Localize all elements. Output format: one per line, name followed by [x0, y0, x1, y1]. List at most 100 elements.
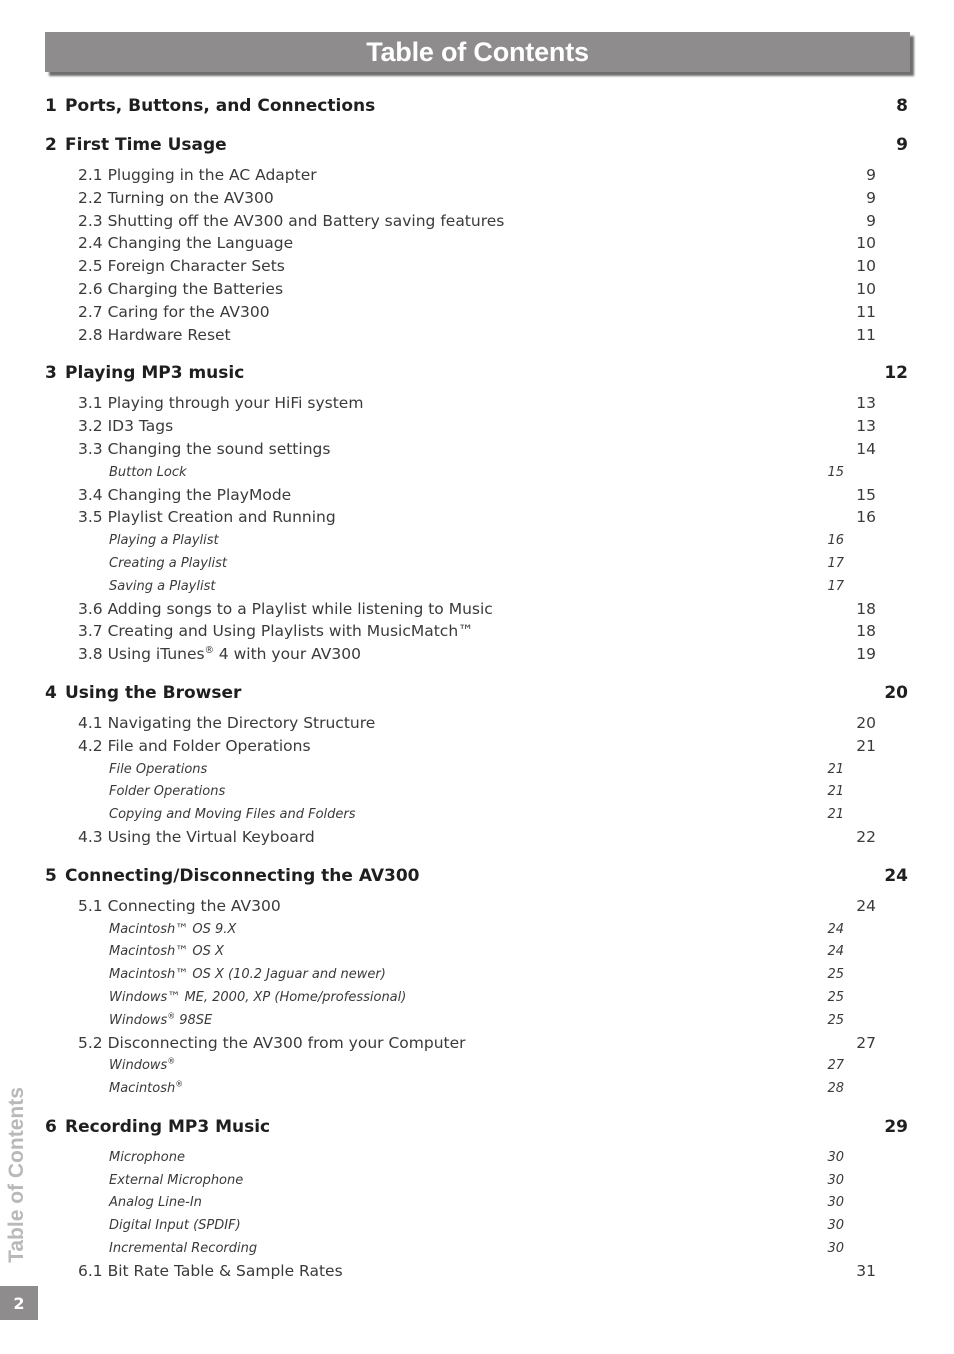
toc-entry-title[interactable]: 3.7 Creating and Using Playlists with Mu… [78, 622, 474, 640]
toc-entry-title[interactable]: 6.1 Bit Rate Table & Sample Rates [78, 1262, 343, 1280]
toc-entry-title[interactable]: 2.8 Hardware Reset [78, 326, 231, 344]
toc-subsection[interactable]: External Microphone 30 [45, 1171, 910, 1194]
toc-subsection[interactable]: Copying and Moving Files and Folders 21 [45, 805, 910, 828]
toc-entry-title[interactable]: Macintosh® [109, 1080, 183, 1096]
toc-entry-title[interactable]: Ports, Buttons, and Connections [65, 96, 375, 116]
toc-entry-title[interactable]: Saving a Playlist [109, 579, 215, 594]
toc-entry-title[interactable]: Windows® [109, 1058, 175, 1074]
toc-section[interactable]: 3.7 Creating and Using Playlists with Mu… [45, 622, 910, 645]
toc-entry-title[interactable]: File Operations [109, 762, 207, 777]
toc-subsection[interactable]: Macintosh™ OS 9.X 24 [45, 920, 910, 943]
toc-entry-title[interactable]: Playing a Playlist [109, 533, 219, 548]
toc-entry-title[interactable]: 3.4 Changing the PlayMode [78, 486, 291, 504]
toc-entry-title[interactable]: 3.5 Playlist Creation and Running [78, 508, 336, 526]
toc-subsection[interactable]: File Operations 21 [45, 760, 910, 783]
toc-entry-title[interactable]: 2.5 Foreign Character Sets [78, 257, 285, 275]
toc-entry-title[interactable]: 3.8 Using iTunes® 4 with your AV300 [78, 645, 361, 663]
toc-chapter[interactable]: 2 First Time Usage 9 [45, 135, 910, 159]
toc-section[interactable]: 2.4 Changing the Language 10 [45, 234, 910, 257]
toc-section[interactable]: 2.2 Turning on the AV300 9 [45, 189, 910, 212]
toc-entry-title[interactable]: 3.1 Playing through your HiFi system [78, 394, 363, 412]
toc-section[interactable]: 4.1 Navigating the Directory Structure 20 [45, 714, 910, 737]
toc-entry-title[interactable]: 2.7 Caring for the AV300 [78, 303, 270, 321]
toc-subsection[interactable]: Button Lock 15 [45, 463, 910, 486]
toc-section[interactable]: 2.6 Charging the Batteries 10 [45, 280, 910, 303]
toc-entry-title[interactable]: 3.3 Changing the sound settings [78, 440, 330, 458]
toc-section[interactable]: 2.8 Hardware Reset 11 [45, 326, 910, 349]
toc-subsection[interactable]: Microphone 30 [45, 1148, 910, 1171]
toc-entry-title[interactable]: 2.3 Shutting off the AV300 and Battery s… [78, 212, 504, 230]
toc-entry-title[interactable]: Macintosh™ OS X [109, 944, 224, 959]
toc-chapter[interactable]: 5 Connecting/Disconnecting the AV300 24 [45, 866, 910, 890]
toc-entry-title[interactable]: 2.4 Changing the Language [78, 234, 293, 252]
toc-entry-title[interactable]: Creating a Playlist [109, 556, 227, 571]
toc-subsection[interactable]: Creating a Playlist 17 [45, 554, 910, 577]
toc-section[interactable]: 4.2 File and Folder Operations 21 [45, 737, 910, 760]
toc-entry-title[interactable]: 3.2 ID3 Tags [78, 417, 173, 435]
toc-entry-title[interactable]: 5.2 Disconnecting the AV300 from your Co… [78, 1034, 466, 1052]
toc-entry-title[interactable]: Macintosh™ OS 9.X [109, 922, 236, 937]
toc-section[interactable]: 6.1 Bit Rate Table & Sample Rates 31 [45, 1262, 910, 1285]
toc-entry-title[interactable]: Incremental Recording [109, 1241, 257, 1256]
toc-subsection[interactable]: Saving a Playlist 17 [45, 577, 910, 600]
toc-entry-title[interactable]: Microphone [109, 1150, 185, 1165]
toc-entry-title[interactable]: Windows™ ME, 2000, XP (Home/professional… [109, 990, 406, 1005]
toc-subsection[interactable]: Macintosh™ OS X (10.2 Jaguar and newer) 2… [45, 965, 910, 988]
toc-chapter[interactable]: 6 Recording MP3 Music 29 [45, 1117, 910, 1141]
toc-entry-title[interactable]: Copying and Moving Files and Folders [109, 807, 356, 822]
toc-section[interactable]: 4.3 Using the Virtual Keyboard 22 [45, 828, 910, 851]
toc-subsection[interactable]: Windows® 98SE 25 [45, 1011, 910, 1034]
toc-section[interactable]: 2.1 Plugging in the AC Adapter 9 [45, 166, 910, 189]
toc-entry-title[interactable]: Analog Line-In [109, 1195, 202, 1210]
toc-subsection[interactable]: Windows™ ME, 2000, XP (Home/professional… [45, 988, 910, 1011]
toc-page-number: 10 [856, 257, 876, 276]
toc-subsection[interactable]: Macintosh™ OS X 24 [45, 942, 910, 965]
toc-entry-title[interactable]: External Microphone [109, 1173, 243, 1188]
toc-subsection[interactable]: Digital Input (SPDIF) 30 [45, 1216, 910, 1239]
toc-entry-title[interactable]: 2.1 Plugging in the AC Adapter [78, 166, 317, 184]
toc-section[interactable]: 5.2 Disconnecting the AV300 from your Co… [45, 1034, 910, 1057]
toc-section[interactable]: 3.1 Playing through your HiFi system 13 [45, 394, 910, 417]
toc-section[interactable]: 2.5 Foreign Character Sets 10 [45, 257, 910, 280]
toc-entry-title[interactable]: Playing MP3 music [65, 363, 244, 383]
toc-entry-title[interactable]: 5.1 Connecting the AV300 [78, 897, 281, 915]
toc-entry-title[interactable]: 4.2 File and Folder Operations [78, 737, 311, 755]
toc-section[interactable]: 3.5 Playlist Creation and Running 16 [45, 508, 910, 531]
toc-entry-title[interactable]: Connecting/Disconnecting the AV300 [65, 866, 420, 886]
toc-section[interactable]: 3.4 Changing the PlayMode 15 [45, 486, 910, 509]
toc-entry-title[interactable]: 4.1 Navigating the Directory Structure [78, 714, 375, 732]
toc-section[interactable]: 3.3 Changing the sound settings 14 [45, 440, 910, 463]
toc-entry-title[interactable]: Macintosh™ OS X (10.2 Jaguar and newer) [109, 967, 386, 982]
toc-subsection[interactable]: Folder Operations 21 [45, 782, 910, 805]
toc-section[interactable]: 3.8 Using iTunes® 4 with your AV300 19 [45, 645, 910, 668]
toc-entry-title[interactable]: Using the Browser [65, 683, 241, 703]
toc-entry-title[interactable]: Button Lock [109, 465, 187, 480]
toc-section[interactable]: 3.6 Adding songs to a Playlist while lis… [45, 600, 910, 623]
toc-subsection[interactable]: Incremental Recording 30 [45, 1239, 910, 1262]
toc-section[interactable]: 2.7 Caring for the AV300 11 [45, 303, 910, 326]
page-title: Table of Contents [366, 36, 589, 67]
toc-section[interactable]: 5.1 Connecting the AV300 24 [45, 897, 910, 920]
toc-entry-title[interactable]: First Time Usage [65, 135, 227, 155]
toc-entry-title[interactable]: Recording MP3 Music [65, 1117, 270, 1137]
toc-section[interactable]: 2.3 Shutting off the AV300 and Battery s… [45, 212, 910, 235]
toc-entry-title[interactable]: 3.6 Adding songs to a Playlist while lis… [78, 600, 493, 618]
toc-entry-title[interactable]: Windows® 98SE [109, 1012, 212, 1028]
toc-subsection[interactable]: Windows® 27 [45, 1056, 910, 1079]
toc-subsection[interactable]: Analog Line-In 30 [45, 1193, 910, 1216]
toc-entry-title[interactable]: 4.3 Using the Virtual Keyboard [78, 828, 315, 846]
toc-entry-title[interactable]: 2.2 Turning on the AV300 [78, 189, 274, 207]
toc-page-number: 24 [827, 944, 844, 960]
toc-page-number: 9 [866, 166, 876, 184]
toc-entry-title[interactable]: Folder Operations [109, 784, 225, 799]
toc-chapter[interactable]: 1 Ports, Buttons, and Connections 8 [45, 96, 910, 120]
chapter-number: 2 [45, 135, 57, 155]
toc-page-number: 19 [856, 645, 876, 664]
toc-chapter[interactable]: 3 Playing MP3 music 12 [45, 363, 910, 387]
toc-section[interactable]: 3.2 ID3 Tags 13 [45, 417, 910, 440]
toc-subsection[interactable]: Macintosh® 28 [45, 1079, 910, 1102]
toc-entry-title[interactable]: 2.6 Charging the Batteries [78, 280, 283, 298]
toc-entry-title[interactable]: Digital Input (SPDIF) [109, 1218, 241, 1233]
toc-chapter[interactable]: 4 Using the Browser 20 [45, 683, 910, 707]
toc-subsection[interactable]: Playing a Playlist 16 [45, 531, 910, 554]
